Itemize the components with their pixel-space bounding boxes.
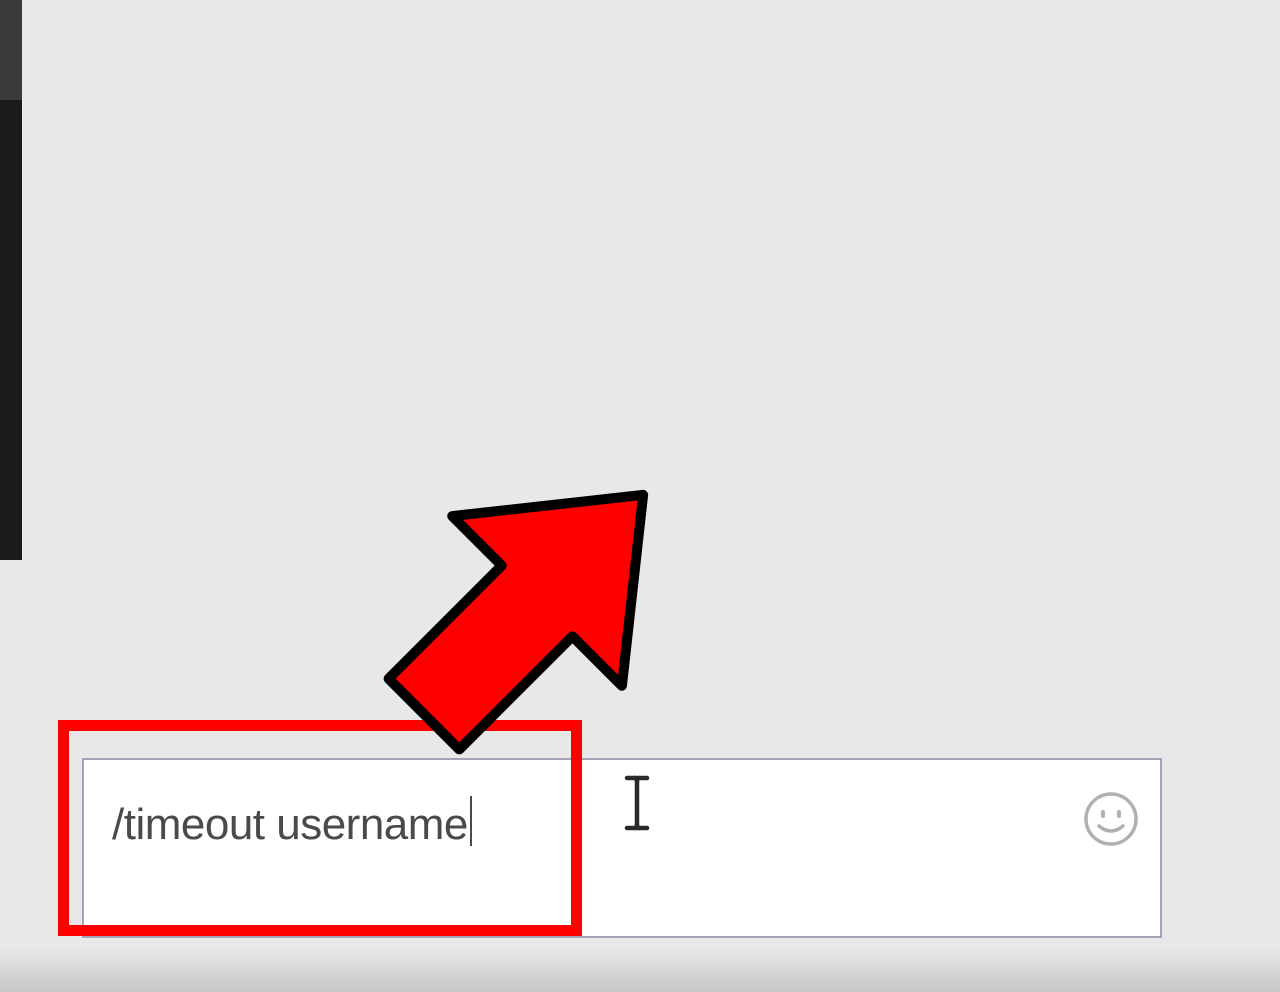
text-caret xyxy=(470,796,472,846)
chat-input-value: /timeout username xyxy=(112,800,468,850)
emoji-icon xyxy=(1082,790,1140,848)
ibeam-cursor-icon xyxy=(622,774,652,832)
annotation-arrow-icon xyxy=(365,438,695,778)
sidebar-dark-strip-top xyxy=(0,0,22,100)
bottom-shadow xyxy=(0,948,1280,992)
emoji-button[interactable] xyxy=(1082,790,1140,848)
